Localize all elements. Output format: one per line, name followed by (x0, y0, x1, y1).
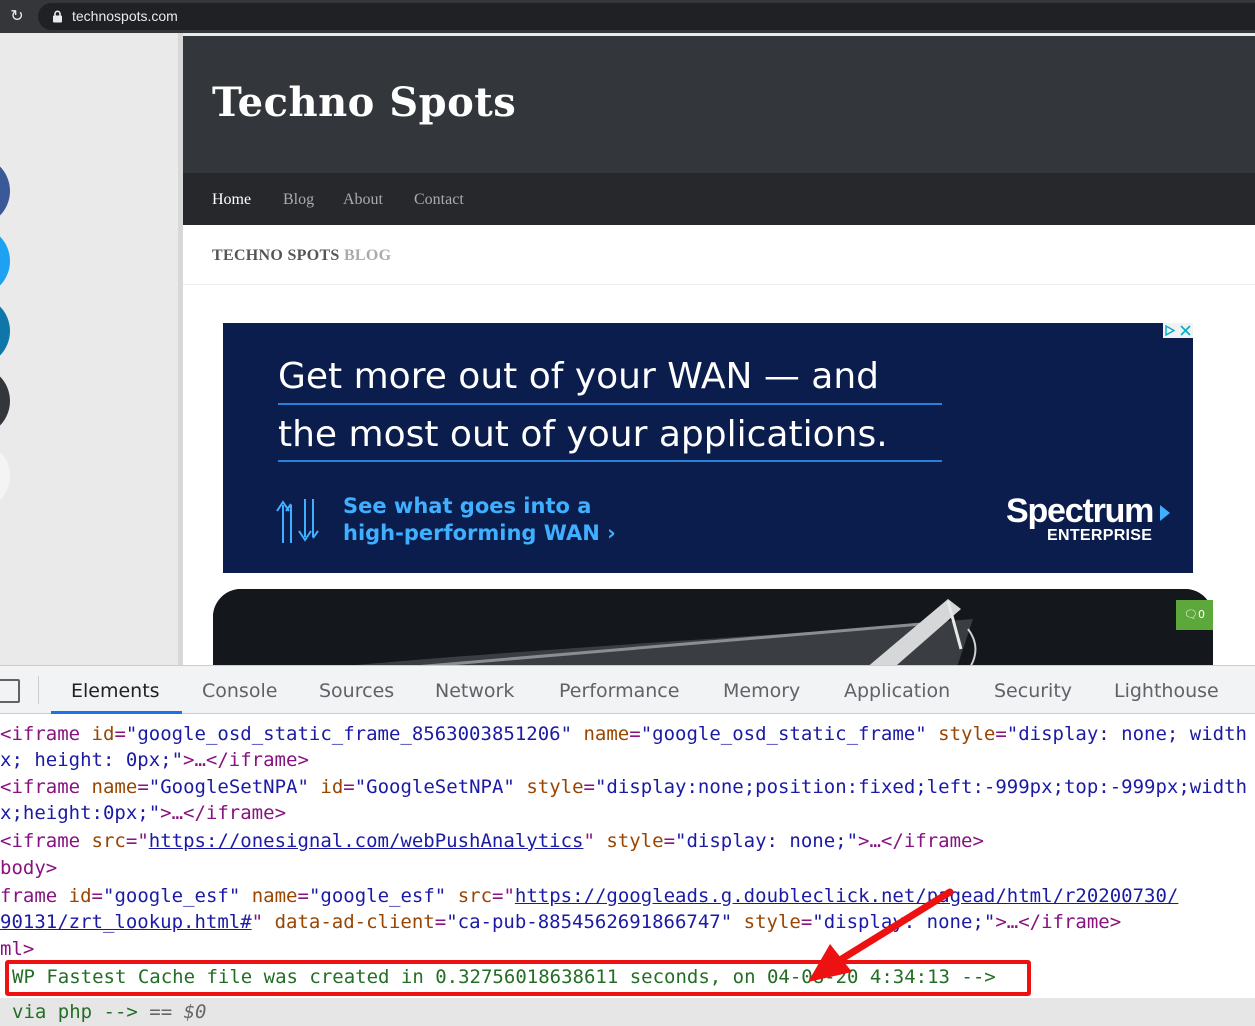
tab-application[interactable]: Application (844, 679, 950, 703)
tab-security[interactable]: Security (994, 679, 1072, 703)
twitter-share-icon[interactable] (0, 226, 10, 296)
ad-headline-1: Get more out of your WAN — and (278, 356, 880, 397)
tab-separator (38, 676, 39, 704)
nav-blog[interactable]: Blog (283, 190, 314, 210)
tab-performance[interactable]: Performance (559, 679, 679, 703)
lock-icon (53, 10, 62, 23)
comment-icon: 🗨 (1184, 608, 1198, 621)
dom-node-line[interactable]: frame id="google_esf" name="google_esf" … (0, 883, 1178, 909)
tab-network[interactable]: Network (435, 679, 514, 703)
site-title[interactable]: Techno Spots (212, 78, 516, 128)
featured-image-graphic (213, 589, 1213, 665)
blog-heading: TECHNO SPOTS BLOG (212, 246, 391, 266)
spectrum-logo: Spectrum (1006, 492, 1154, 530)
url-text[interactable]: technospots.com (72, 8, 178, 25)
more-share-icon[interactable] (0, 441, 10, 511)
nav-home[interactable]: Home (212, 190, 251, 210)
tumblr-share-icon[interactable] (0, 366, 10, 436)
nav-about[interactable]: About (343, 190, 383, 210)
facebook-share-icon[interactable] (0, 156, 10, 226)
linkedin-share-icon[interactable] (0, 296, 10, 366)
console-ref: == $0 (149, 1001, 207, 1023)
ad-underline-1 (278, 403, 942, 405)
main-content: TECHNO SPOTS BLOG Get more out of your W… (183, 225, 1255, 665)
social-share-strip (0, 33, 178, 665)
spectrum-enterprise: ENTERPRISE (1047, 527, 1153, 544)
annotation-arrow-icon (808, 888, 954, 982)
dom-node-line[interactable]: ml> (0, 936, 34, 962)
site-nav: Home Blog About Contact (183, 173, 1255, 225)
browser-address-bar: ↻ technospots.com (0, 0, 1255, 33)
ad-subtext[interactable]: See what goes into a high-performing WAN… (343, 493, 616, 547)
ad-banner[interactable]: Get more out of your WAN — and the most … (223, 323, 1193, 573)
ad-choices-icon[interactable] (1163, 323, 1193, 338)
page-viewport: Techno Spots Home Blog About Contact TEC… (0, 33, 1255, 665)
tab-elements[interactable]: Elements (71, 679, 160, 703)
device-toolbar-icon[interactable] (0, 679, 20, 703)
blog-heading-sub: BLOG (343, 247, 392, 264)
elements-tree: <iframe id="google_osd_static_frame_8563… (0, 715, 1255, 1026)
ad-subtext-1: See what goes into a (343, 494, 592, 518)
omnibox[interactable]: technospots.com (38, 3, 1255, 30)
tab-memory[interactable]: Memory (723, 679, 800, 703)
ad-info-icon (1165, 324, 1191, 337)
nav-contact[interactable]: Contact (414, 190, 464, 210)
up-down-arrows-icon (276, 499, 319, 543)
spectrum-logo-triangle (1160, 505, 1170, 521)
zrt-lookup-link[interactable]: 90131/zrt_lookup.html# (0, 911, 252, 933)
dom-node-line[interactable]: x;height:0px;">…</iframe> (0, 800, 286, 826)
tab-sources[interactable]: Sources (319, 679, 394, 703)
ad-subtext-2: high-performing WAN › (343, 521, 616, 545)
dom-node-line[interactable]: <iframe id="google_osd_static_frame_8563… (0, 721, 1247, 747)
devtools-panel: Elements Console Sources Network Perform… (0, 665, 1255, 1026)
tab-lighthouse[interactable]: Lighthouse (1114, 679, 1219, 703)
blog-heading-main: TECHNO SPOTS (212, 247, 340, 264)
ad-headline-2: the most out of your applications. (278, 414, 888, 455)
divider (183, 284, 1255, 285)
tab-console[interactable]: Console (202, 679, 277, 703)
active-tab-indicator (51, 711, 182, 714)
dom-node-line[interactable]: <iframe name="GoogleSetNPA" id="GoogleSe… (0, 774, 1247, 800)
comment-count: 0 (1197, 608, 1205, 621)
site-header: Techno Spots (183, 36, 1255, 173)
dom-node-line[interactable]: x; height: 0px;">…</iframe> (0, 747, 309, 773)
devtools-tab-bar: Elements Console Sources Network Perform… (0, 666, 1255, 714)
ad-underline-2 (278, 460, 942, 462)
dom-node-line[interactable]: body> (0, 855, 57, 881)
dom-node-line[interactable]: <iframe src="https://onesignal.com/webPu… (0, 828, 984, 854)
reload-icon[interactable]: ↻ (8, 7, 26, 25)
featured-image[interactable] (213, 589, 1213, 665)
selected-comment-line[interactable]: via php --> == $0 (12, 999, 207, 1025)
comment-count-badge[interactable]: 🗨0 (1176, 600, 1213, 630)
onesignal-link[interactable]: https://onesignal.com/webPushAnalytics (149, 830, 584, 852)
